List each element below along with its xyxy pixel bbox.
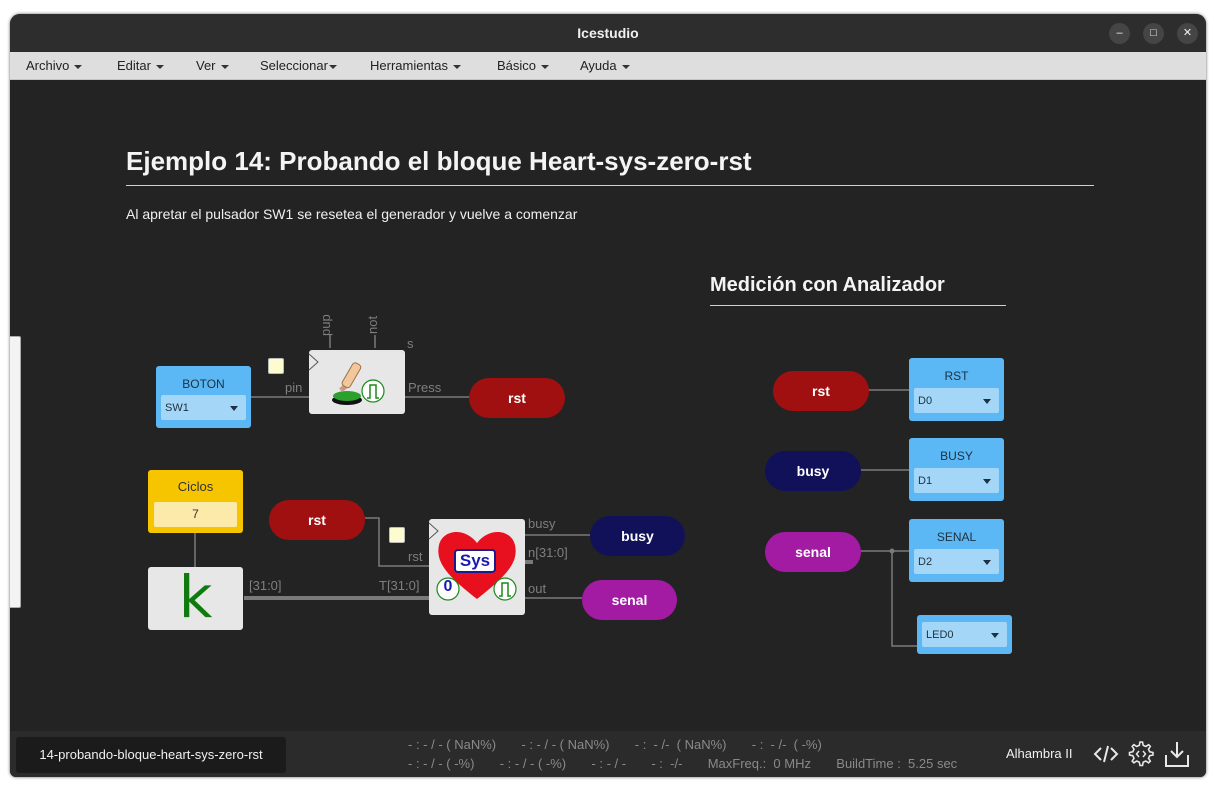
menu-ver[interactable]: Ver bbox=[196, 58, 229, 73]
rst-output-label[interactable]: rst bbox=[469, 378, 565, 418]
menu-label: Archivo bbox=[26, 58, 70, 73]
heart-sys-zero-rst-module[interactable]: Sys 0 bbox=[429, 519, 525, 615]
chevron-down-icon bbox=[991, 633, 999, 638]
menu-label: Ver bbox=[196, 58, 216, 73]
block-title: BUSY bbox=[940, 449, 973, 463]
block-title: SENAL bbox=[936, 530, 977, 544]
menu-archivo[interactable]: Archivo bbox=[26, 58, 83, 73]
pin-value: LED0 bbox=[926, 629, 954, 641]
pin-value: SW1 bbox=[165, 402, 189, 414]
chevron-down-icon bbox=[983, 560, 991, 565]
minimize-button[interactable]: – bbox=[1109, 23, 1130, 44]
resource-stats-row1: - : - / - ( NaN%) - : - / - ( NaN%) - : … bbox=[408, 737, 822, 752]
port-pup: pup bbox=[318, 314, 333, 336]
block-title: Ciclos bbox=[177, 479, 214, 494]
analyzer-rst-label[interactable]: rst bbox=[773, 371, 869, 411]
menu-seleccionar[interactable]: Seleccionar bbox=[260, 58, 337, 73]
design-canvas[interactable]: Ejemplo 14: Probando el bloque Heart-sys… bbox=[10, 80, 1206, 731]
caret-down-icon bbox=[220, 64, 229, 69]
caret-down-icon bbox=[541, 64, 550, 69]
analyzer-busy-label[interactable]: busy bbox=[765, 451, 861, 491]
download-icon[interactable] bbox=[1163, 740, 1191, 768]
rst-output-pin-block[interactable]: RST D0 bbox=[909, 358, 1004, 421]
port-t: T[31:0] bbox=[379, 578, 420, 593]
menu-basico[interactable]: Básico bbox=[497, 58, 550, 73]
module-handle[interactable] bbox=[268, 358, 284, 374]
caret-down-icon bbox=[453, 64, 462, 69]
chevron-down-icon bbox=[230, 406, 238, 411]
code-icon[interactable] bbox=[1092, 740, 1120, 768]
senal-output-pin-block[interactable]: SENAL D2 bbox=[909, 519, 1004, 582]
zero-badge: 0 bbox=[443, 578, 453, 595]
pin-select[interactable]: SW1 bbox=[161, 395, 246, 420]
port-pin: pin bbox=[285, 380, 303, 395]
port-out: out bbox=[528, 581, 547, 596]
rst-input-label[interactable]: rst bbox=[269, 500, 365, 540]
ciclos-constant-block[interactable]: Ciclos 7 bbox=[148, 470, 243, 533]
analyzer-senal-label[interactable]: senal bbox=[765, 532, 861, 572]
port-n: n[31:0] bbox=[528, 545, 568, 560]
pin-value: D2 bbox=[918, 556, 933, 568]
senal-output-label[interactable]: senal bbox=[582, 580, 677, 620]
sys-badge: Sys bbox=[454, 549, 496, 573]
title-bar: Icestudio – □ ✕ bbox=[10, 14, 1206, 52]
pin-select[interactable]: D0 bbox=[914, 388, 999, 413]
close-button[interactable]: ✕ bbox=[1177, 23, 1198, 44]
caret-down-icon bbox=[155, 64, 164, 69]
menu-label: Herramientas bbox=[370, 58, 449, 73]
menu-label: Editar bbox=[117, 58, 151, 73]
ciclos-value-field[interactable]: 7 bbox=[154, 502, 237, 527]
menu-editar[interactable]: Editar bbox=[117, 58, 164, 73]
wire-junction bbox=[889, 548, 895, 554]
port-s: s bbox=[407, 336, 414, 351]
port-busy: busy bbox=[528, 516, 556, 531]
port-not: not bbox=[365, 315, 380, 334]
push-button-icon bbox=[308, 353, 385, 405]
block-title: RST bbox=[944, 369, 969, 383]
busy-output-pin-block[interactable]: BUSY D1 bbox=[909, 438, 1004, 501]
k-constant-module[interactable]: k bbox=[148, 563, 243, 631]
chevron-down-icon bbox=[983, 479, 991, 484]
caret-down-icon bbox=[621, 64, 630, 69]
menu-label: Básico bbox=[497, 58, 537, 73]
chevron-down-icon bbox=[983, 399, 991, 404]
caret-down-icon bbox=[328, 64, 337, 69]
led-output-pin-block[interactable]: LED0 bbox=[917, 615, 1012, 654]
pin-select[interactable]: D2 bbox=[914, 549, 999, 574]
busy-output-label[interactable]: busy bbox=[590, 516, 685, 556]
bus-label: [31:0] bbox=[249, 578, 282, 593]
port-press: Press bbox=[408, 380, 442, 395]
board-selector[interactable]: Alhambra II bbox=[1006, 746, 1072, 761]
settings-gear-icon[interactable] bbox=[1127, 740, 1155, 768]
menu-bar: Archivo Editar Ver Seleccionar Herramien… bbox=[10, 52, 1206, 80]
app-window: Icestudio – □ ✕ Archivo Editar Ver Selec… bbox=[10, 14, 1206, 777]
maximize-button[interactable]: □ bbox=[1143, 23, 1164, 44]
pin-select[interactable]: LED0 bbox=[922, 622, 1007, 647]
k-symbol: k bbox=[178, 563, 213, 631]
pin-value: D1 bbox=[918, 475, 933, 487]
project-filename: 14-probando-bloque-heart-sys-zero-rst bbox=[16, 737, 286, 773]
resource-stats-row2: - : - / - ( -%) - : - / - ( -%) - : - / … bbox=[408, 756, 958, 771]
window-title: Icestudio bbox=[577, 25, 639, 41]
menu-ayuda[interactable]: Ayuda bbox=[580, 58, 630, 73]
pin-select[interactable]: D1 bbox=[914, 468, 999, 493]
port-rst: rst bbox=[408, 549, 423, 564]
caret-down-icon bbox=[74, 64, 83, 69]
boton-input-block[interactable]: BOTON SW1 bbox=[156, 366, 251, 428]
module-handle[interactable] bbox=[389, 527, 405, 543]
menu-herramientas[interactable]: Herramientas bbox=[370, 58, 462, 73]
menu-label: Seleccionar bbox=[260, 58, 328, 73]
button-module[interactable] bbox=[308, 350, 405, 414]
menu-label: Ayuda bbox=[580, 58, 617, 73]
block-title: BOTON bbox=[182, 377, 225, 391]
status-bar: 14-probando-bloque-heart-sys-zero-rst - … bbox=[10, 731, 1206, 777]
pin-value: D0 bbox=[918, 395, 933, 407]
